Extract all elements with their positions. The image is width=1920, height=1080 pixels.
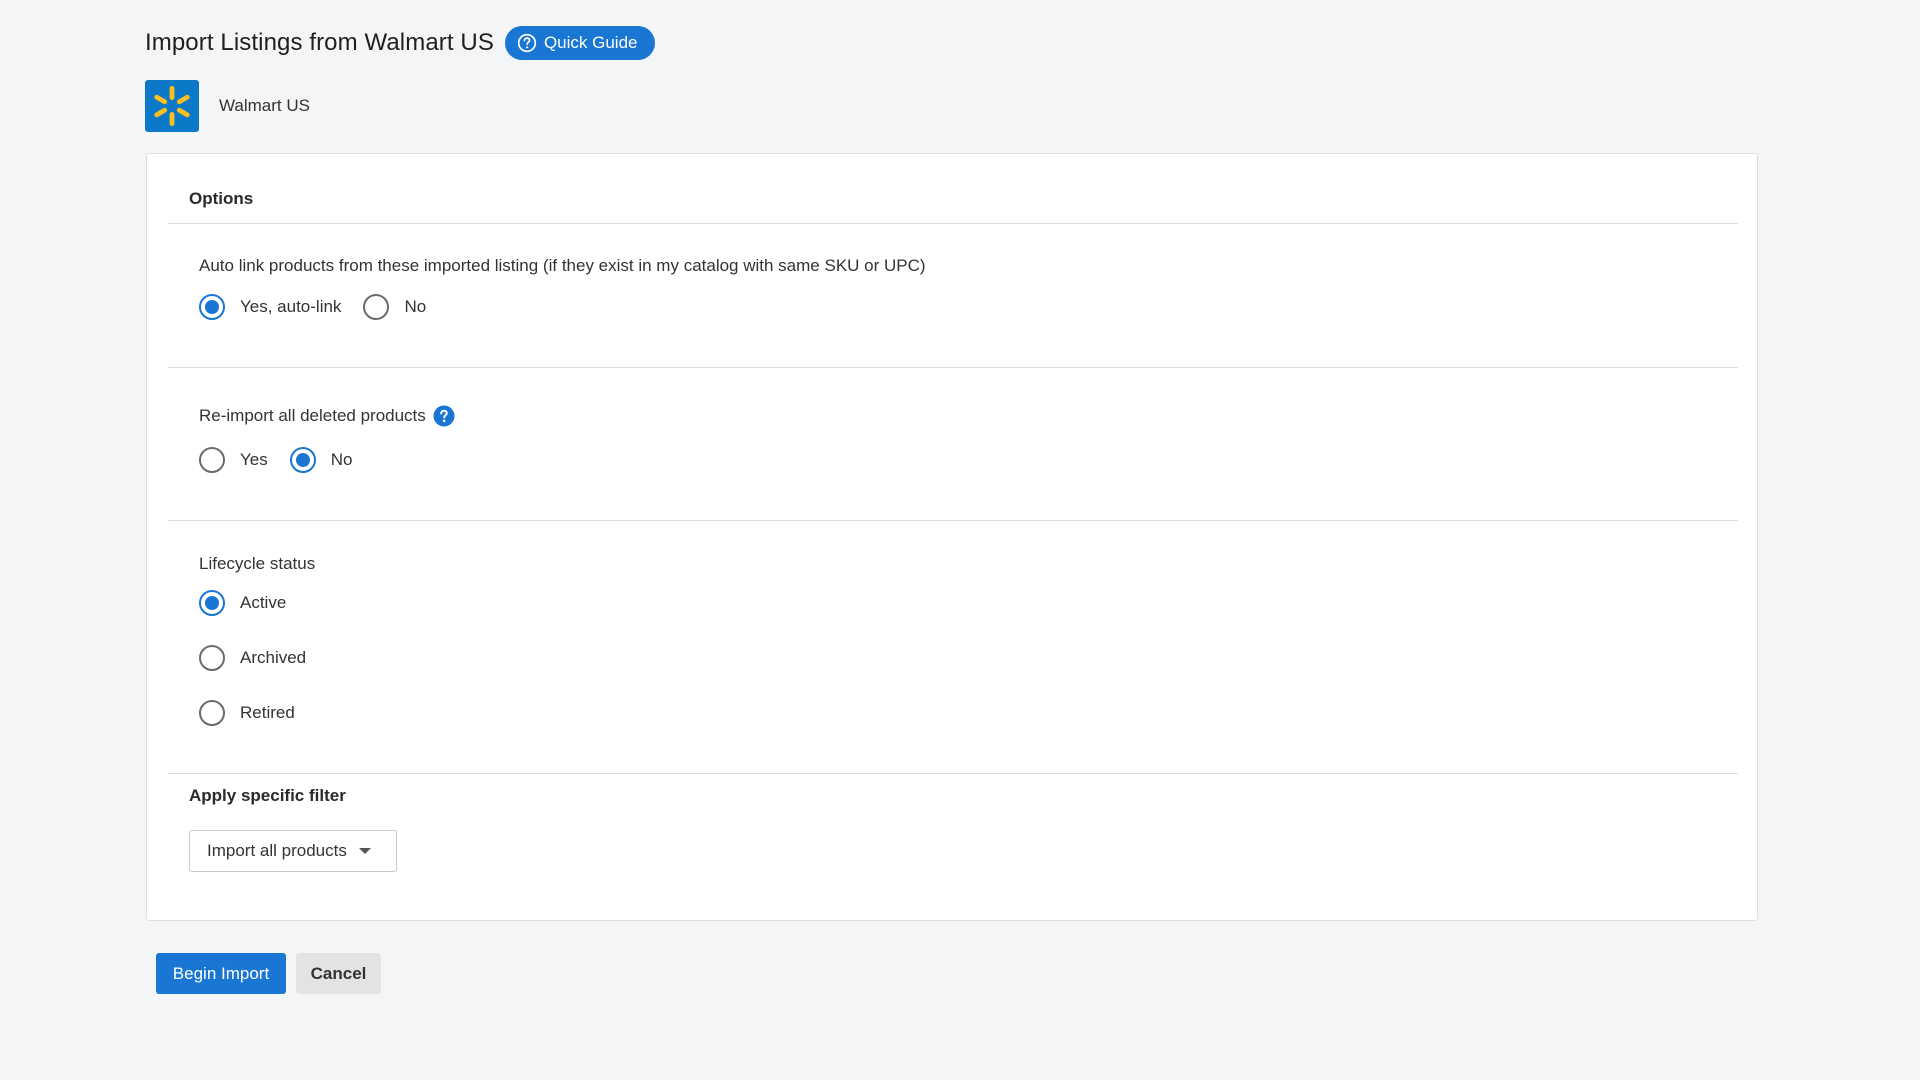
radio-circle[interactable]: [199, 700, 225, 726]
options-title: Options: [189, 189, 254, 208]
radio-circle[interactable]: [289, 447, 316, 473]
radio-active[interactable]: Active: [199, 590, 306, 616]
radio-circle[interactable]: [199, 590, 225, 616]
divider: [168, 773, 1738, 774]
radio-yes-reimport[interactable]: Yes: [199, 447, 268, 473]
quick-guide-button[interactable]: Quick Guide: [504, 26, 655, 60]
channel-info: Walmart US: [145, 80, 310, 132]
divider: [168, 520, 1738, 521]
walmart-spark-icon: [154, 86, 190, 126]
reimport-radio-group: Yes No: [199, 447, 374, 473]
radio-no-auto-link[interactable]: No: [363, 294, 426, 320]
import-listings-page: Import Listings from Walmart US Quick Gu…: [0, 0, 1920, 1080]
radio-circle[interactable]: [199, 294, 225, 320]
radio-label: Yes, auto-link: [240, 297, 342, 316]
lifecycle-radio-group: Active Archived Retired: [199, 590, 328, 755]
page-title: Import Listings from Walmart US: [145, 29, 494, 56]
walmart-logo: [145, 80, 199, 132]
radio-label: Archived: [240, 648, 307, 667]
radio-yes-auto-link[interactable]: Yes, auto-link: [199, 294, 341, 320]
radio-circle[interactable]: [363, 294, 390, 320]
radio-label: No: [330, 450, 353, 469]
radio-label: No: [404, 297, 427, 316]
auto-link-radio-group: Yes, auto-link No: [199, 294, 448, 320]
radio-circle[interactable]: [199, 645, 225, 671]
question-circle-icon[interactable]: [433, 405, 455, 427]
radio-label: Yes: [240, 450, 268, 469]
divider: [168, 367, 1738, 368]
reimport-question-text: Re-import all deleted products: [199, 406, 426, 425]
filter-title: Apply specific filter: [189, 786, 346, 805]
filter-select[interactable]: Import all products: [189, 830, 397, 872]
reimport-question: Re-import all deleted products: [199, 405, 455, 427]
radio-label: Retired: [240, 703, 295, 722]
radio-retired[interactable]: Retired: [199, 700, 306, 726]
help-circle-icon: [517, 33, 537, 53]
filter-selected-value: Import all products: [207, 841, 347, 860]
divider: [168, 223, 1738, 224]
cancel-button[interactable]: Cancel: [296, 953, 381, 994]
page-header: Import Listings from Walmart US Quick Gu…: [145, 25, 655, 61]
radio-circle[interactable]: [199, 447, 225, 473]
channel-name: Walmart US: [219, 96, 310, 115]
quick-guide-label: Quick Guide: [543, 33, 638, 52]
radio-label: Active: [240, 593, 287, 612]
begin-import-button[interactable]: Begin Import: [156, 953, 286, 994]
radio-archived[interactable]: Archived: [199, 645, 306, 671]
auto-link-question: Auto link products from these imported l…: [199, 256, 926, 275]
radio-no-reimport[interactable]: No: [289, 447, 353, 473]
lifecycle-question: Lifecycle status: [199, 554, 316, 573]
caret-down-icon: [358, 848, 371, 854]
options-card: Options Auto link products from these im…: [146, 153, 1758, 921]
